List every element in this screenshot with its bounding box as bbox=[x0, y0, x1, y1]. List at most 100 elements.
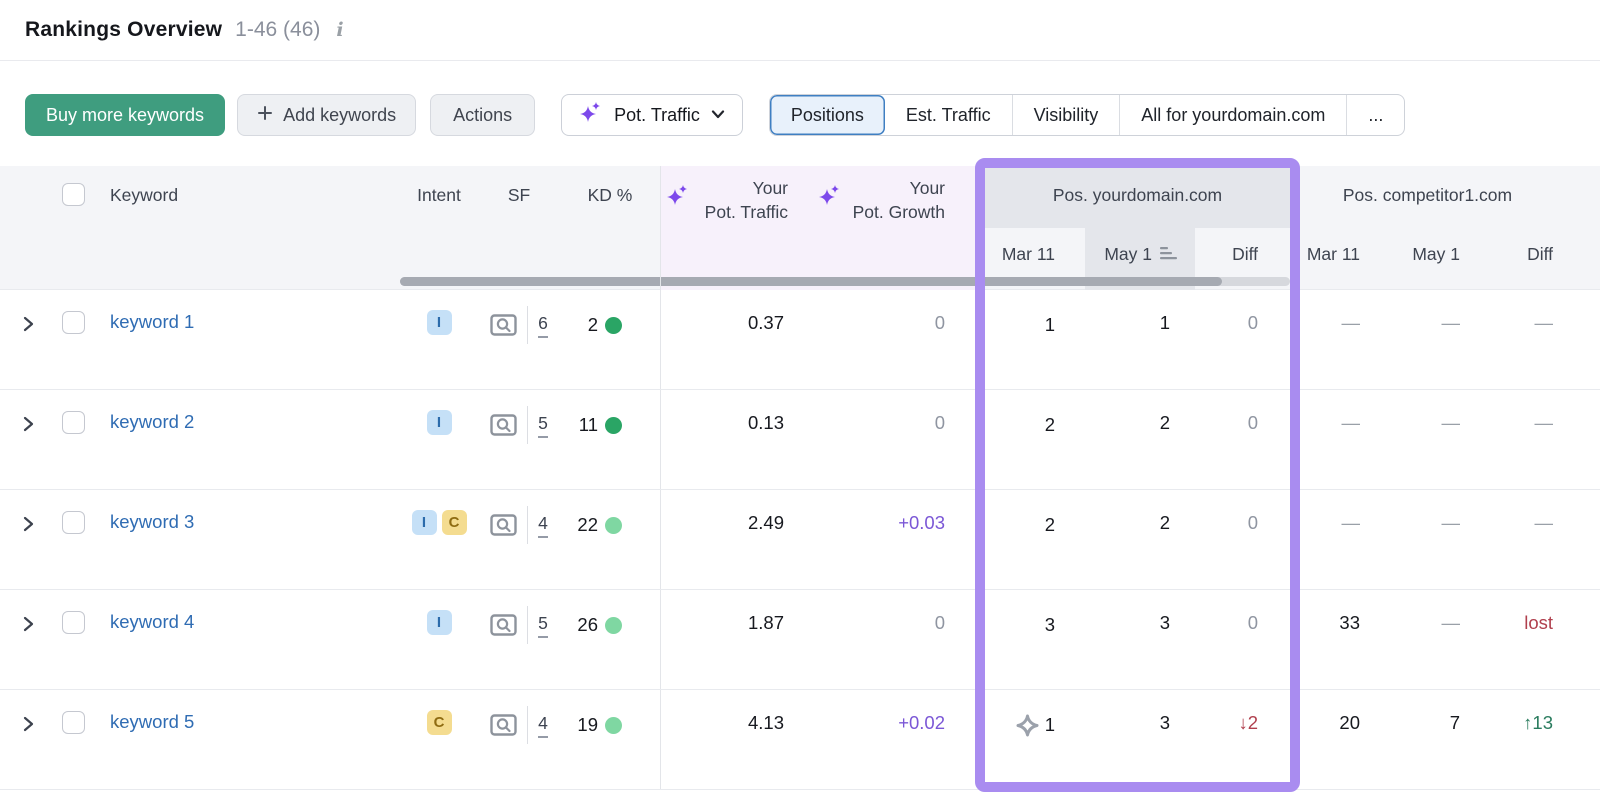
pos-competitor-mar11: — bbox=[1341, 312, 1361, 333]
kd-value: 11 bbox=[578, 414, 598, 435]
expand-chevron-icon[interactable] bbox=[21, 615, 35, 689]
serp-preview-icon[interactable] bbox=[490, 413, 517, 437]
row-checkbox[interactable] bbox=[62, 611, 85, 634]
subheader-yourdomain-may1[interactable]: May 1 bbox=[1085, 228, 1195, 280]
result-range: 1-46 (46) bbox=[235, 18, 321, 41]
subheader-yourdomain-mar11[interactable]: Mar 11 bbox=[978, 228, 1085, 280]
keyword-link[interactable]: keyword 3 bbox=[110, 511, 194, 532]
select-all-checkbox[interactable] bbox=[62, 183, 85, 206]
expand-chevron-icon[interactable] bbox=[21, 415, 35, 489]
subheader-label: Mar 11 bbox=[1306, 243, 1360, 264]
tab-positions[interactable]: Positions bbox=[769, 95, 885, 135]
pos-value: 1 bbox=[1044, 714, 1055, 735]
intent-badges: I bbox=[400, 290, 478, 389]
pos-yourdomain-may1: 3 bbox=[1159, 612, 1170, 633]
row-checkbox[interactable] bbox=[62, 311, 85, 334]
info-icon[interactable]: i bbox=[333, 19, 346, 41]
pos-competitor-may1: 7 bbox=[1449, 712, 1460, 733]
subheader-competitor-diff[interactable]: Diff bbox=[1475, 228, 1565, 280]
serp-features-count[interactable]: 4 bbox=[538, 713, 548, 738]
pos-yourdomain-mar11: 2 bbox=[978, 490, 1085, 560]
expand-chevron-icon[interactable] bbox=[21, 515, 35, 589]
pos-yourdomain-diff: 0 bbox=[1247, 312, 1258, 333]
pos-value: 1 bbox=[1044, 314, 1055, 335]
add-keywords-button[interactable]: Add keywords bbox=[237, 94, 417, 136]
kd-dot bbox=[605, 416, 622, 434]
serp-features-count[interactable]: 5 bbox=[538, 613, 548, 638]
pos-competitor-mar11: — bbox=[1341, 412, 1361, 433]
subheader-yourdomain-diff[interactable]: Diff bbox=[1195, 228, 1300, 280]
table-row: keyword 5 C 4 19 4.13 +0.02 1 3 ↓2 20 7 … bbox=[0, 690, 1600, 790]
pos-competitor-diff: — bbox=[1534, 312, 1554, 333]
row-checkbox[interactable] bbox=[62, 511, 85, 534]
kd-value: 22 bbox=[577, 514, 598, 535]
sf-divider bbox=[527, 506, 529, 544]
table-header: Keyword Intent SF KD % Your Pot. Traffic… bbox=[0, 166, 1600, 290]
tab-all-for-yourdomain-com[interactable]: All for yourdomain.com bbox=[1119, 95, 1346, 135]
pos-yourdomain-may1: 2 bbox=[1159, 412, 1170, 433]
metric-dropdown[interactable]: Pot. Traffic bbox=[561, 94, 743, 136]
metric-dropdown-label: Pot. Traffic bbox=[614, 104, 700, 125]
column-header-pot-growth[interactable]: Your Pot. Growth bbox=[810, 176, 978, 224]
sort-descending-icon bbox=[1160, 244, 1177, 265]
serp-preview-icon[interactable] bbox=[490, 613, 517, 637]
tab-more[interactable]: ... bbox=[1346, 95, 1404, 135]
group-header-yourdomain: Pos. yourdomain.com bbox=[1052, 185, 1223, 205]
pos-yourdomain-may1: 1 bbox=[1159, 312, 1170, 333]
expand-chevron-icon[interactable] bbox=[21, 715, 35, 789]
keyword-link[interactable]: keyword 4 bbox=[110, 611, 194, 632]
serp-preview-icon[interactable] bbox=[490, 513, 517, 537]
tab-visibility[interactable]: Visibility bbox=[1011, 95, 1120, 135]
column-header-sf[interactable]: SF bbox=[478, 185, 560, 206]
column-header-keyword[interactable]: Keyword bbox=[110, 185, 178, 206]
pos-value: 2 bbox=[1044, 514, 1055, 535]
subheader-competitor-mar11[interactable]: Mar 11 bbox=[1300, 228, 1380, 280]
view-tabs: Positions Est. Traffic Visibility All for y… bbox=[768, 94, 1406, 136]
pot-traffic-value: 1.87 bbox=[747, 612, 784, 633]
horizontal-scrollbar-thumb[interactable] bbox=[400, 277, 1222, 286]
serp-features-count[interactable]: 6 bbox=[538, 313, 548, 338]
pos-yourdomain-diff: 0 bbox=[1247, 612, 1258, 633]
serp-preview-icon[interactable] bbox=[490, 713, 517, 737]
subheader-competitor-may1[interactable]: May 1 bbox=[1380, 228, 1475, 280]
serp-features-count[interactable]: 5 bbox=[538, 413, 548, 438]
serp-feature-star-icon bbox=[1016, 714, 1039, 737]
column-header-pot-traffic[interactable]: Your Pot. Traffic bbox=[661, 176, 810, 224]
table-row: keyword 1 I 6 2 0.37 0 1 1 0 — — — bbox=[0, 290, 1600, 390]
pos-competitor-may1: — bbox=[1441, 512, 1461, 533]
row-checkbox[interactable] bbox=[62, 411, 85, 434]
pos-yourdomain-may1: 3 bbox=[1159, 712, 1170, 733]
table-row: keyword 4 I 5 26 1.87 0 3 3 0 33 — lost bbox=[0, 590, 1600, 690]
intent-badges: I bbox=[400, 390, 478, 489]
table-row: keyword 2 I 5 11 0.13 0 2 2 0 — — — bbox=[0, 390, 1600, 490]
pos-yourdomain-mar11: 3 bbox=[978, 590, 1085, 660]
keyword-link[interactable]: keyword 2 bbox=[110, 411, 194, 432]
kd-value: 26 bbox=[577, 614, 598, 635]
keyword-link[interactable]: keyword 5 bbox=[110, 711, 194, 732]
kd-value: 19 bbox=[577, 714, 598, 735]
column-header-intent[interactable]: Intent bbox=[400, 185, 478, 206]
table-body: keyword 1 I 6 2 0.37 0 1 1 0 — — — keywo… bbox=[0, 290, 1600, 790]
pot-growth-value: +0.03 bbox=[898, 512, 945, 533]
row-checkbox[interactable] bbox=[62, 711, 85, 734]
expand-chevron-icon[interactable] bbox=[21, 315, 35, 389]
actions-button[interactable]: Actions bbox=[430, 94, 536, 136]
serp-features-count[interactable]: 4 bbox=[538, 513, 548, 538]
subheader-label: May 1 bbox=[1412, 243, 1460, 264]
pos-competitor-may1: — bbox=[1441, 312, 1461, 333]
column-header-kd[interactable]: KD % bbox=[560, 185, 660, 206]
pos-yourdomain-diff: 0 bbox=[1247, 512, 1258, 533]
table-row: keyword 3 IC 4 22 2.49 +0.03 2 2 0 — — — bbox=[0, 490, 1600, 590]
intent-badge-informational: I bbox=[426, 310, 452, 335]
keyword-link[interactable]: keyword 1 bbox=[110, 311, 194, 332]
buy-more-keywords-button[interactable]: Buy more keywords bbox=[25, 94, 226, 136]
rankings-overview-screen: Rankings Overview 1-46 (46) i Buy more k… bbox=[0, 0, 1600, 801]
sf-divider bbox=[527, 606, 529, 644]
pos-competitor-diff: ↑13 bbox=[1523, 712, 1553, 733]
pot-growth-line2: Pot. Growth bbox=[852, 202, 945, 222]
kd-dot bbox=[605, 616, 622, 634]
tab-est-traffic[interactable]: Est. Traffic bbox=[885, 95, 1012, 135]
pos-competitor-may1: — bbox=[1441, 412, 1461, 433]
serp-preview-icon[interactable] bbox=[490, 313, 517, 337]
pot-traffic-value: 0.37 bbox=[747, 312, 784, 333]
